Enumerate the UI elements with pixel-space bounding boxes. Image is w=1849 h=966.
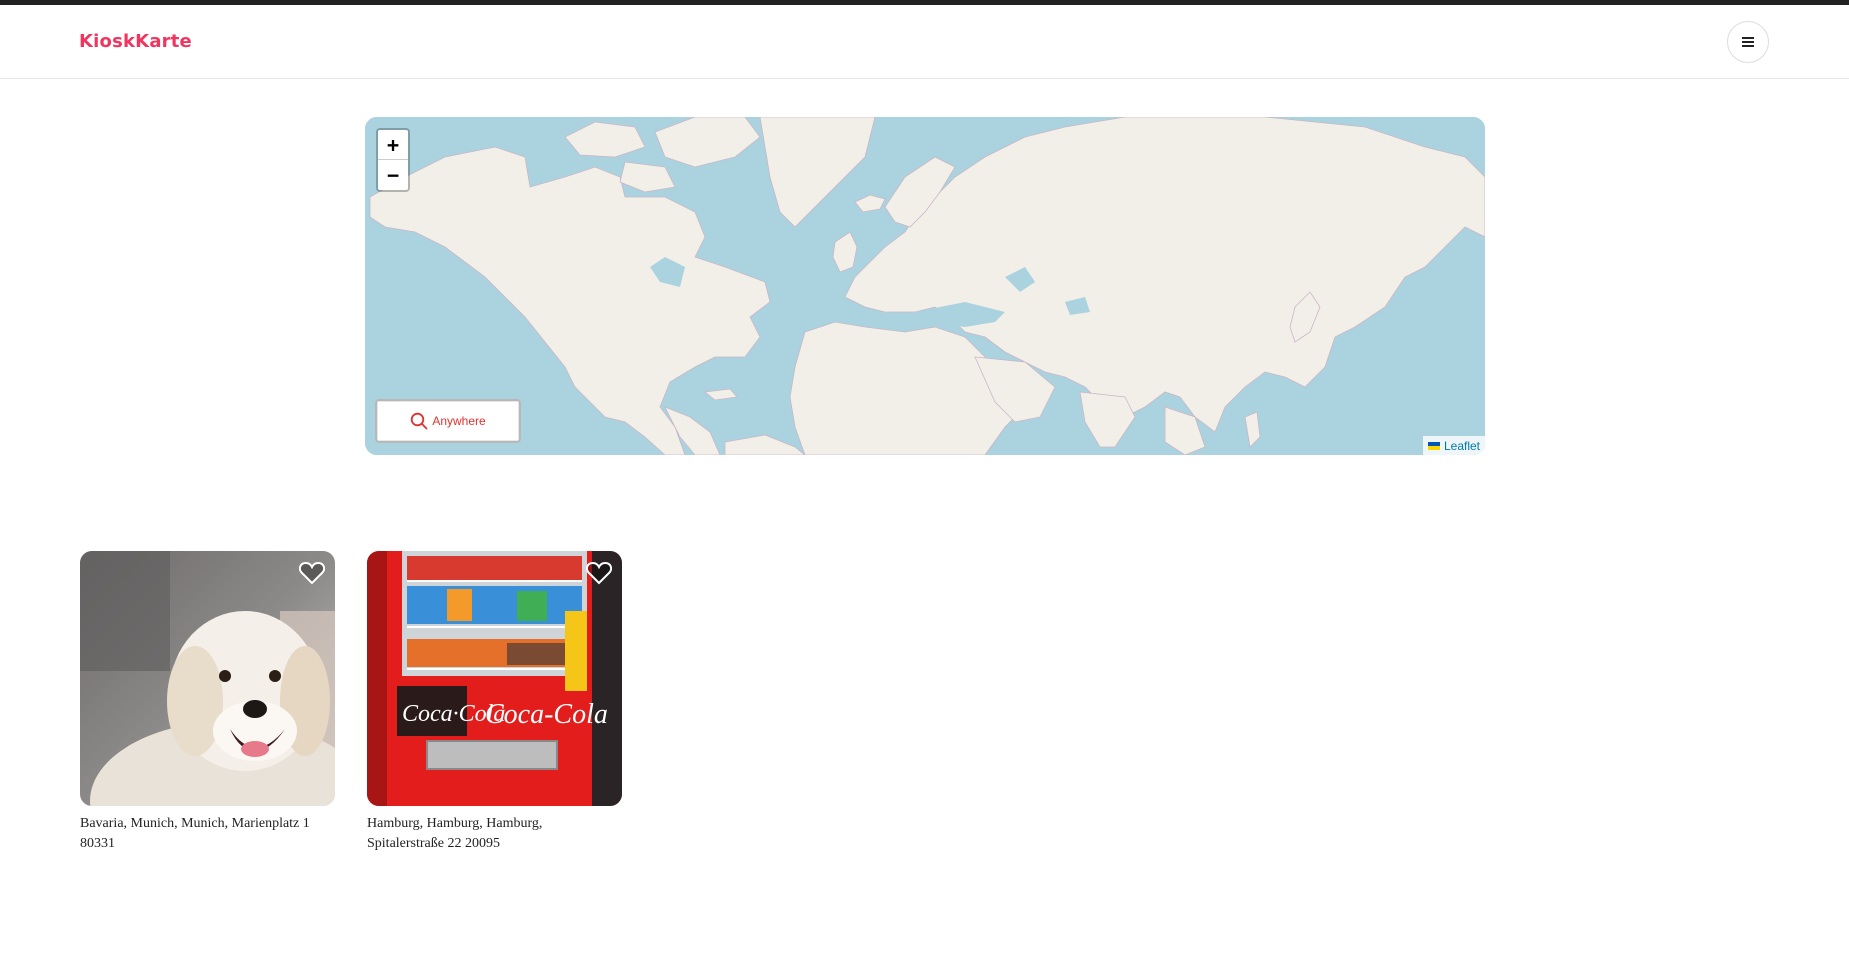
- search-anywhere-button[interactable]: Anywhere: [375, 399, 521, 443]
- svg-text:Coca-Cola: Coca-Cola: [485, 699, 608, 730]
- vending-machine-photo: Coca·Cola Coca-Cola: [367, 551, 622, 806]
- map-attribution: Leaflet: [1422, 436, 1485, 455]
- leaflet-link[interactable]: Leaflet: [1444, 439, 1480, 453]
- world-map-tiles: [365, 117, 1485, 455]
- map[interactable]: + − Anywhere Leaflet: [365, 117, 1485, 455]
- ukraine-flag-icon: [1427, 441, 1440, 450]
- listing-card[interactable]: Bavaria, Munich, Munich, Marienplatz 1 8…: [80, 551, 335, 854]
- dog-photo: [80, 551, 335, 806]
- menu-button[interactable]: [1727, 21, 1769, 63]
- heart-icon[interactable]: [299, 561, 325, 585]
- zoom-out-button[interactable]: −: [378, 160, 408, 190]
- listing-address: Hamburg, Hamburg, Hamburg, Spitalerstraß…: [367, 816, 543, 851]
- listing-image[interactable]: [80, 551, 335, 806]
- hamburger-menu-icon: [1742, 37, 1754, 47]
- magnifier-icon: [411, 412, 428, 430]
- site-header: KioskKarte: [0, 5, 1849, 79]
- search-label: Anywhere: [432, 414, 486, 428]
- listing-card[interactable]: Coca·Cola Coca-Cola Hamburg, Hamburg, Ha…: [367, 551, 622, 854]
- zoom-control: + −: [376, 128, 410, 192]
- listing-image[interactable]: Coca·Cola Coca-Cola: [367, 551, 622, 806]
- zoom-in-button[interactable]: +: [378, 130, 408, 160]
- listing-address: Bavaria, Munich, Munich, Marienplatz 1 8…: [80, 816, 310, 851]
- heart-icon[interactable]: [586, 561, 612, 585]
- logo[interactable]: KioskKarte: [79, 31, 192, 52]
